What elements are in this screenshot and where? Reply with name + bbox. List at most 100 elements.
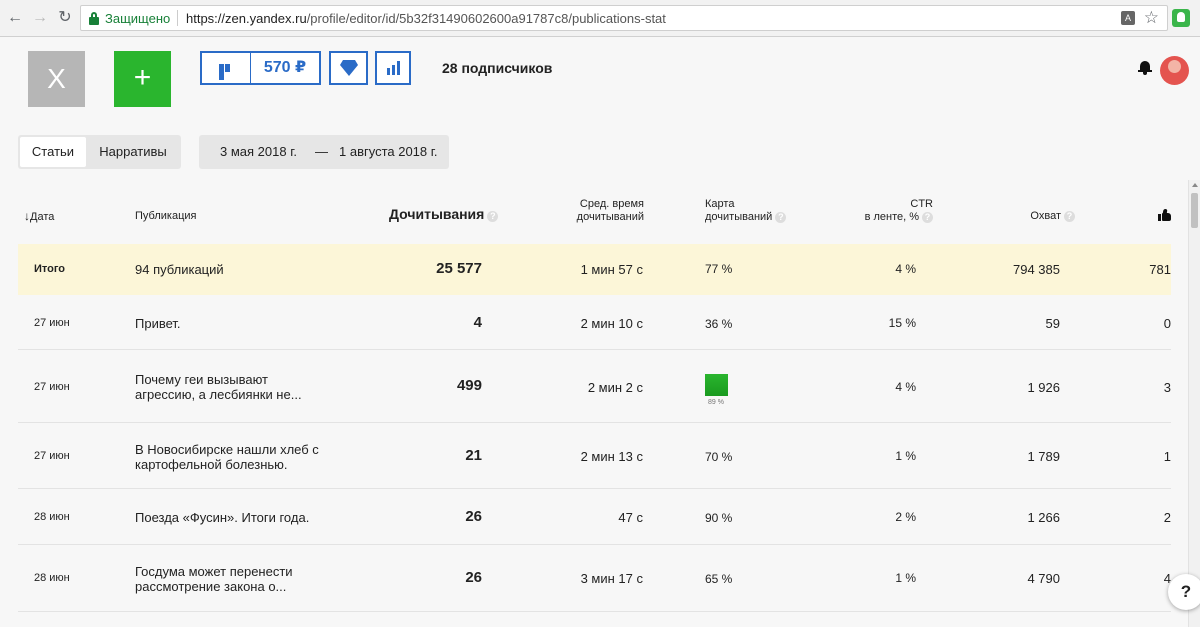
row-date: 28 июн [34, 511, 70, 523]
row-reach: 4 790 [1027, 571, 1060, 586]
date-dash: — [315, 144, 328, 159]
row-date: 28 июн [34, 572, 70, 584]
url-host: https://zen.yandex.ru [186, 11, 307, 26]
secure-label: Защищено [105, 11, 171, 26]
row-likes: 0 [1163, 316, 1171, 331]
row-read-map: 70 % [705, 450, 733, 464]
add-publication-button[interactable]: + [114, 51, 171, 107]
reload-icon[interactable]: ↻ [56, 9, 74, 27]
scrollbar[interactable] [1188, 180, 1200, 627]
column-avg-time-line1: Сред. время [579, 198, 644, 210]
user-avatar[interactable] [1160, 56, 1189, 85]
row-reads: 4 [473, 314, 482, 331]
row-avg-time: 2 мин 10 с [580, 316, 643, 331]
column-ctr-line1: CTR [910, 198, 933, 210]
table-row[interactable]: 28 июн Госдума может перенести рассмотре… [18, 545, 1171, 612]
channel-avatar[interactable]: X [28, 51, 85, 107]
table-total-row: Итого 94 публикаций 25 577 1 мин 57 с 77… [18, 244, 1171, 295]
column-date[interactable]: ↓Дата [24, 210, 54, 224]
content-type-tabs: Статьи Нарративы [18, 135, 181, 169]
forward-arrow-icon[interactable]: → [31, 9, 49, 27]
column-ctr[interactable]: CTR в ленте, %? [850, 198, 933, 224]
tab-articles[interactable]: Статьи [20, 137, 86, 167]
row-read-map: 65 % [705, 572, 733, 586]
row-reads: 21 [465, 447, 482, 464]
table-row[interactable]: 27 июн В Новосибирске нашли хлеб с карто… [18, 423, 1171, 489]
row-title[interactable]: Поезда «Фусин». Итоги года. [135, 510, 335, 525]
column-reads[interactable]: Дочитывания? [389, 207, 499, 222]
column-reach[interactable]: Охват? [1000, 210, 1075, 223]
notifications-bell-icon[interactable] [1138, 60, 1152, 76]
column-read-map-line2: дочитываний [705, 211, 773, 223]
help-icon[interactable]: ? [1064, 211, 1075, 222]
diamond-button[interactable] [329, 51, 368, 85]
total-label: Итого [34, 263, 66, 275]
back-arrow-icon[interactable]: ← [6, 9, 24, 27]
table-row[interactable]: 27 июн Почему геи вызывают агрессию, а л… [18, 350, 1171, 423]
address-bar[interactable]: Защищено https://zen.yandex.ru/profile/e… [80, 5, 1168, 31]
table-row[interactable]: 27 июн Привет. 4 2 мин 10 с 36 % 15 % 59… [18, 296, 1171, 350]
balance-button[interactable]: 570 ₽ [250, 51, 321, 85]
column-read-map-line1: Карта [705, 198, 735, 210]
row-title[interactable]: Госдума может перенести рассмотрение зак… [135, 564, 315, 594]
column-avg-time-line2: дочитываний [576, 211, 644, 223]
help-icon[interactable]: ? [922, 212, 933, 223]
extension-icon[interactable] [1172, 9, 1190, 27]
row-reads: 26 [465, 569, 482, 586]
translate-icon[interactable]: A [1121, 11, 1135, 25]
grid-icon [219, 64, 236, 80]
row-reads: 499 [456, 377, 482, 394]
help-icon[interactable]: ? [487, 211, 499, 222]
row-reads: 26 [465, 508, 482, 525]
help-button[interactable]: ? [1168, 574, 1200, 610]
browser-toolbar: ← → ↻ Защищено https://zen.yandex.ru/pro… [0, 0, 1200, 37]
subscribers-count: 28 подписчиков [442, 60, 553, 76]
address-separator [177, 10, 178, 26]
total-avg-time: 1 мин 57 с [580, 262, 643, 277]
date-from: 3 мая 2018 г. [220, 144, 297, 159]
row-reach: 59 [1045, 316, 1060, 331]
url-path: /profile/editor/id/5b32f31490602600a9178… [306, 11, 666, 26]
row-read-map: 90 % [705, 511, 733, 525]
scrollbar-thumb[interactable] [1191, 193, 1198, 228]
column-ctr-line2: в ленте, % [864, 211, 919, 223]
total-reads: 25 577 [436, 260, 482, 277]
row-avg-time: 2 мин 13 с [580, 449, 643, 464]
total-reach: 794 385 [1013, 262, 1060, 277]
row-date: 27 июн [34, 317, 70, 329]
date-range-picker[interactable]: 3 мая 2018 г. — 1 августа 2018 г. [199, 135, 449, 169]
tab-narratives[interactable]: Нарративы [86, 135, 180, 169]
thumbs-up-icon [1158, 209, 1171, 221]
row-likes: 3 [1163, 380, 1171, 395]
column-read-map[interactable]: Карта дочитываний? [705, 198, 787, 224]
column-publication: Публикация [135, 210, 197, 222]
table-header: ↓Дата Публикация Дочитывания? Сред. врем… [0, 180, 1188, 244]
row-read-map: 36 % [705, 317, 733, 331]
row-reach: 1 789 [1027, 449, 1060, 464]
row-date: 27 июн [34, 450, 70, 462]
feed-view-button[interactable] [200, 51, 252, 85]
diamond-icon [340, 60, 358, 76]
scroll-up-arrow-icon[interactable] [1192, 183, 1198, 187]
lock-icon [89, 12, 99, 25]
row-avg-time: 2 мин 2 с [587, 380, 643, 395]
stats-button[interactable] [375, 51, 411, 85]
bookmark-star-icon[interactable]: ☆ [1144, 8, 1159, 28]
bar-chart-icon [387, 61, 401, 75]
row-title[interactable]: Привет. [135, 316, 335, 331]
table-row[interactable]: 28 июн Поезда «Фусин». Итоги года. 26 47… [18, 489, 1171, 545]
read-map-bar [705, 374, 728, 396]
column-avg-time[interactable]: Сред. время дочитываний [560, 198, 644, 224]
row-date: 27 июн [34, 381, 70, 393]
row-title[interactable]: Почему геи вызывают агрессию, а лесбиянк… [135, 372, 325, 402]
row-reach: 1 266 [1027, 510, 1060, 525]
row-likes: 1 [1163, 449, 1171, 464]
total-publications: 94 публикаций [135, 262, 224, 277]
row-title[interactable]: В Новосибирске нашли хлеб с картофельной… [135, 442, 325, 472]
row-read-map: 89 % [708, 399, 724, 406]
row-likes: 4 [1163, 571, 1171, 586]
url-text[interactable]: https://zen.yandex.ru/profile/editor/id/… [186, 11, 666, 26]
column-reach-label: Охват [1030, 210, 1061, 222]
row-reach: 1 926 [1027, 380, 1060, 395]
help-icon[interactable]: ? [775, 212, 787, 223]
